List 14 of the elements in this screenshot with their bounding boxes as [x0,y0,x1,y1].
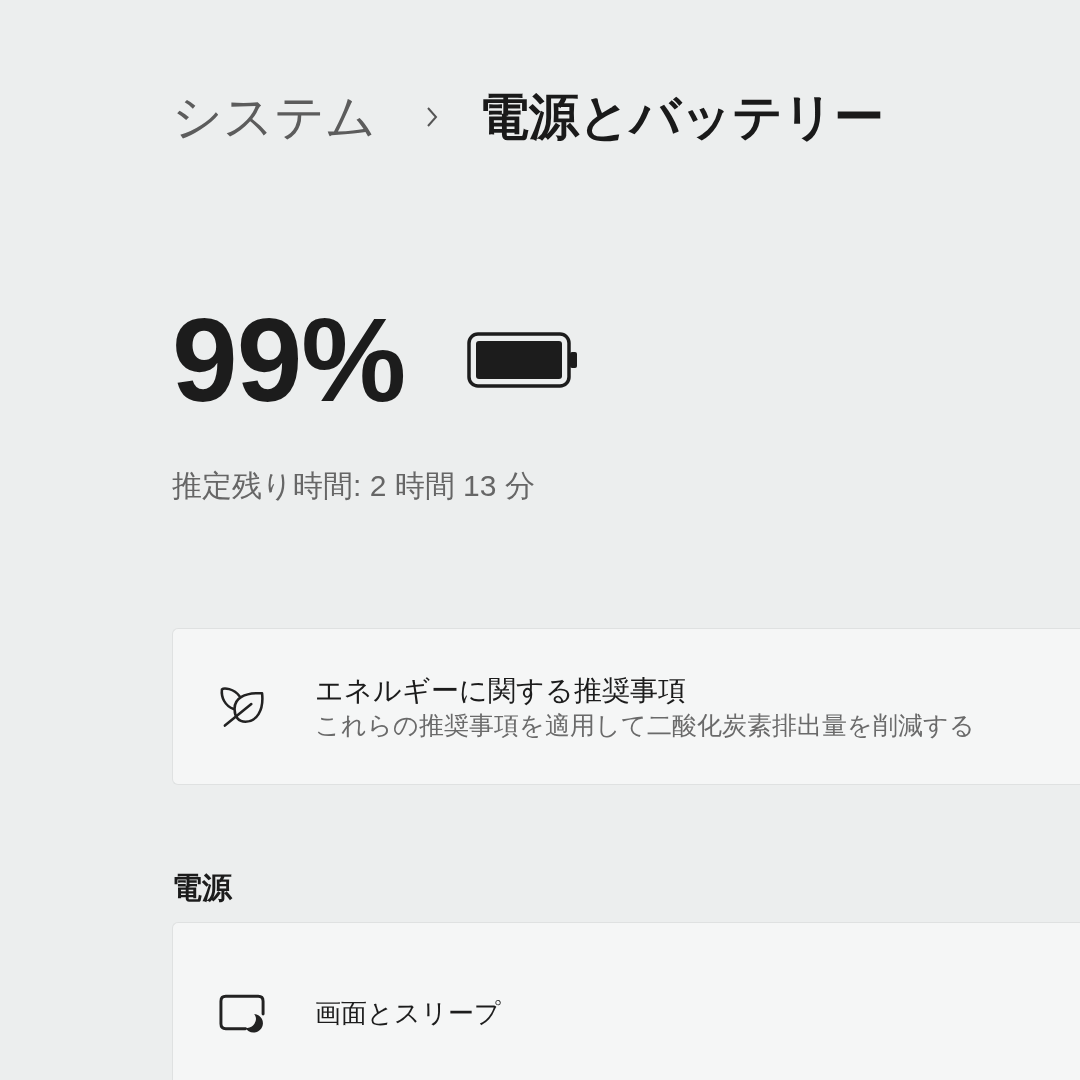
card-title: 画面とスリープ [315,997,501,1030]
settings-card[interactable]: 画面とスリープ [172,922,1080,1080]
section-heading: 電源 [172,870,232,906]
leaf-icon [219,684,266,729]
page-title: 電源とバッテリー [479,88,884,147]
battery-percentage: 99% [172,300,406,420]
battery-icon [467,332,579,388]
monitor-moon-icon [218,993,267,1033]
time-remaining-text: 推定残り時間: 2 時間 13 分 [172,468,536,504]
card-title: エネルギーに関する推奨事項 [315,673,687,708]
chevron-icon [426,106,438,128]
card-description: これらの推奨事項を適用して二酸化炭素排出量を削減する [315,709,975,741]
recommendations-card[interactable]: エネルギーに関する推奨事項 これらの推奨事項を適用して二酸化炭素排出量を削減する [172,628,1080,785]
breadcrumb-link[interactable]: システム [172,87,376,147]
